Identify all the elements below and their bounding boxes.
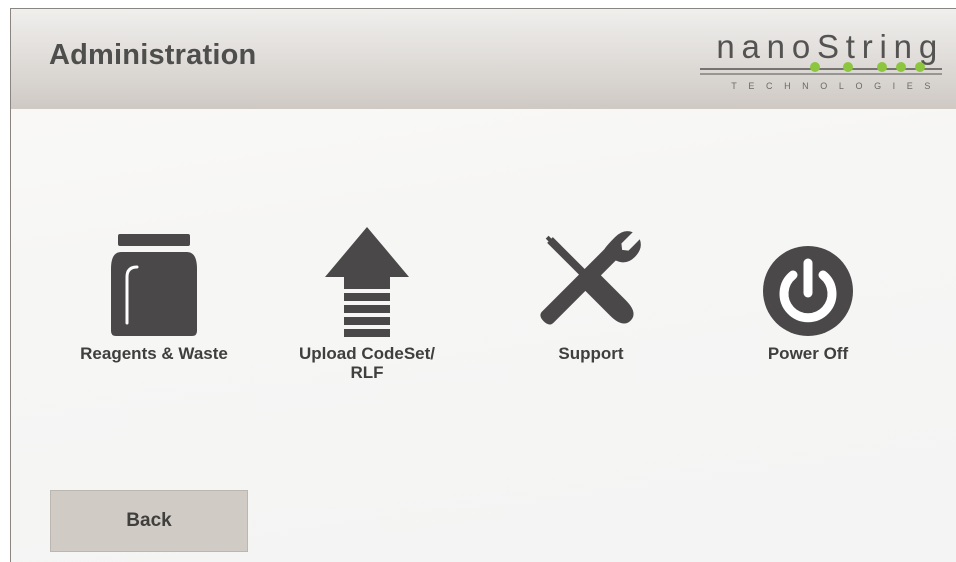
upload-codeset-button[interactable]: Upload CodeSet/ RLF [267, 219, 467, 399]
power-off-button[interactable]: Power Off [708, 219, 908, 399]
admin-screen: Administration nanoString TECHNOLOGIES R… [10, 8, 956, 562]
reagents-waste-button[interactable]: Reagents & Waste [54, 219, 254, 399]
power-off-label: Power Off [767, 344, 849, 363]
upload-codeset-label: Upload CodeSet/ RLF [298, 344, 435, 382]
tools-icon [540, 231, 641, 325]
back-button[interactable]: Back [50, 490, 248, 552]
support-label: Support [558, 344, 624, 363]
upload-arrow-icon [325, 227, 409, 337]
jar-icon [111, 234, 197, 336]
support-button[interactable]: Support [491, 219, 691, 399]
admin-menu: Reagents & Waste Upload CodeSet/ RLF Sup… [11, 9, 956, 562]
power-icon [763, 246, 853, 336]
reagents-waste-label: Reagents & Waste [80, 344, 228, 363]
